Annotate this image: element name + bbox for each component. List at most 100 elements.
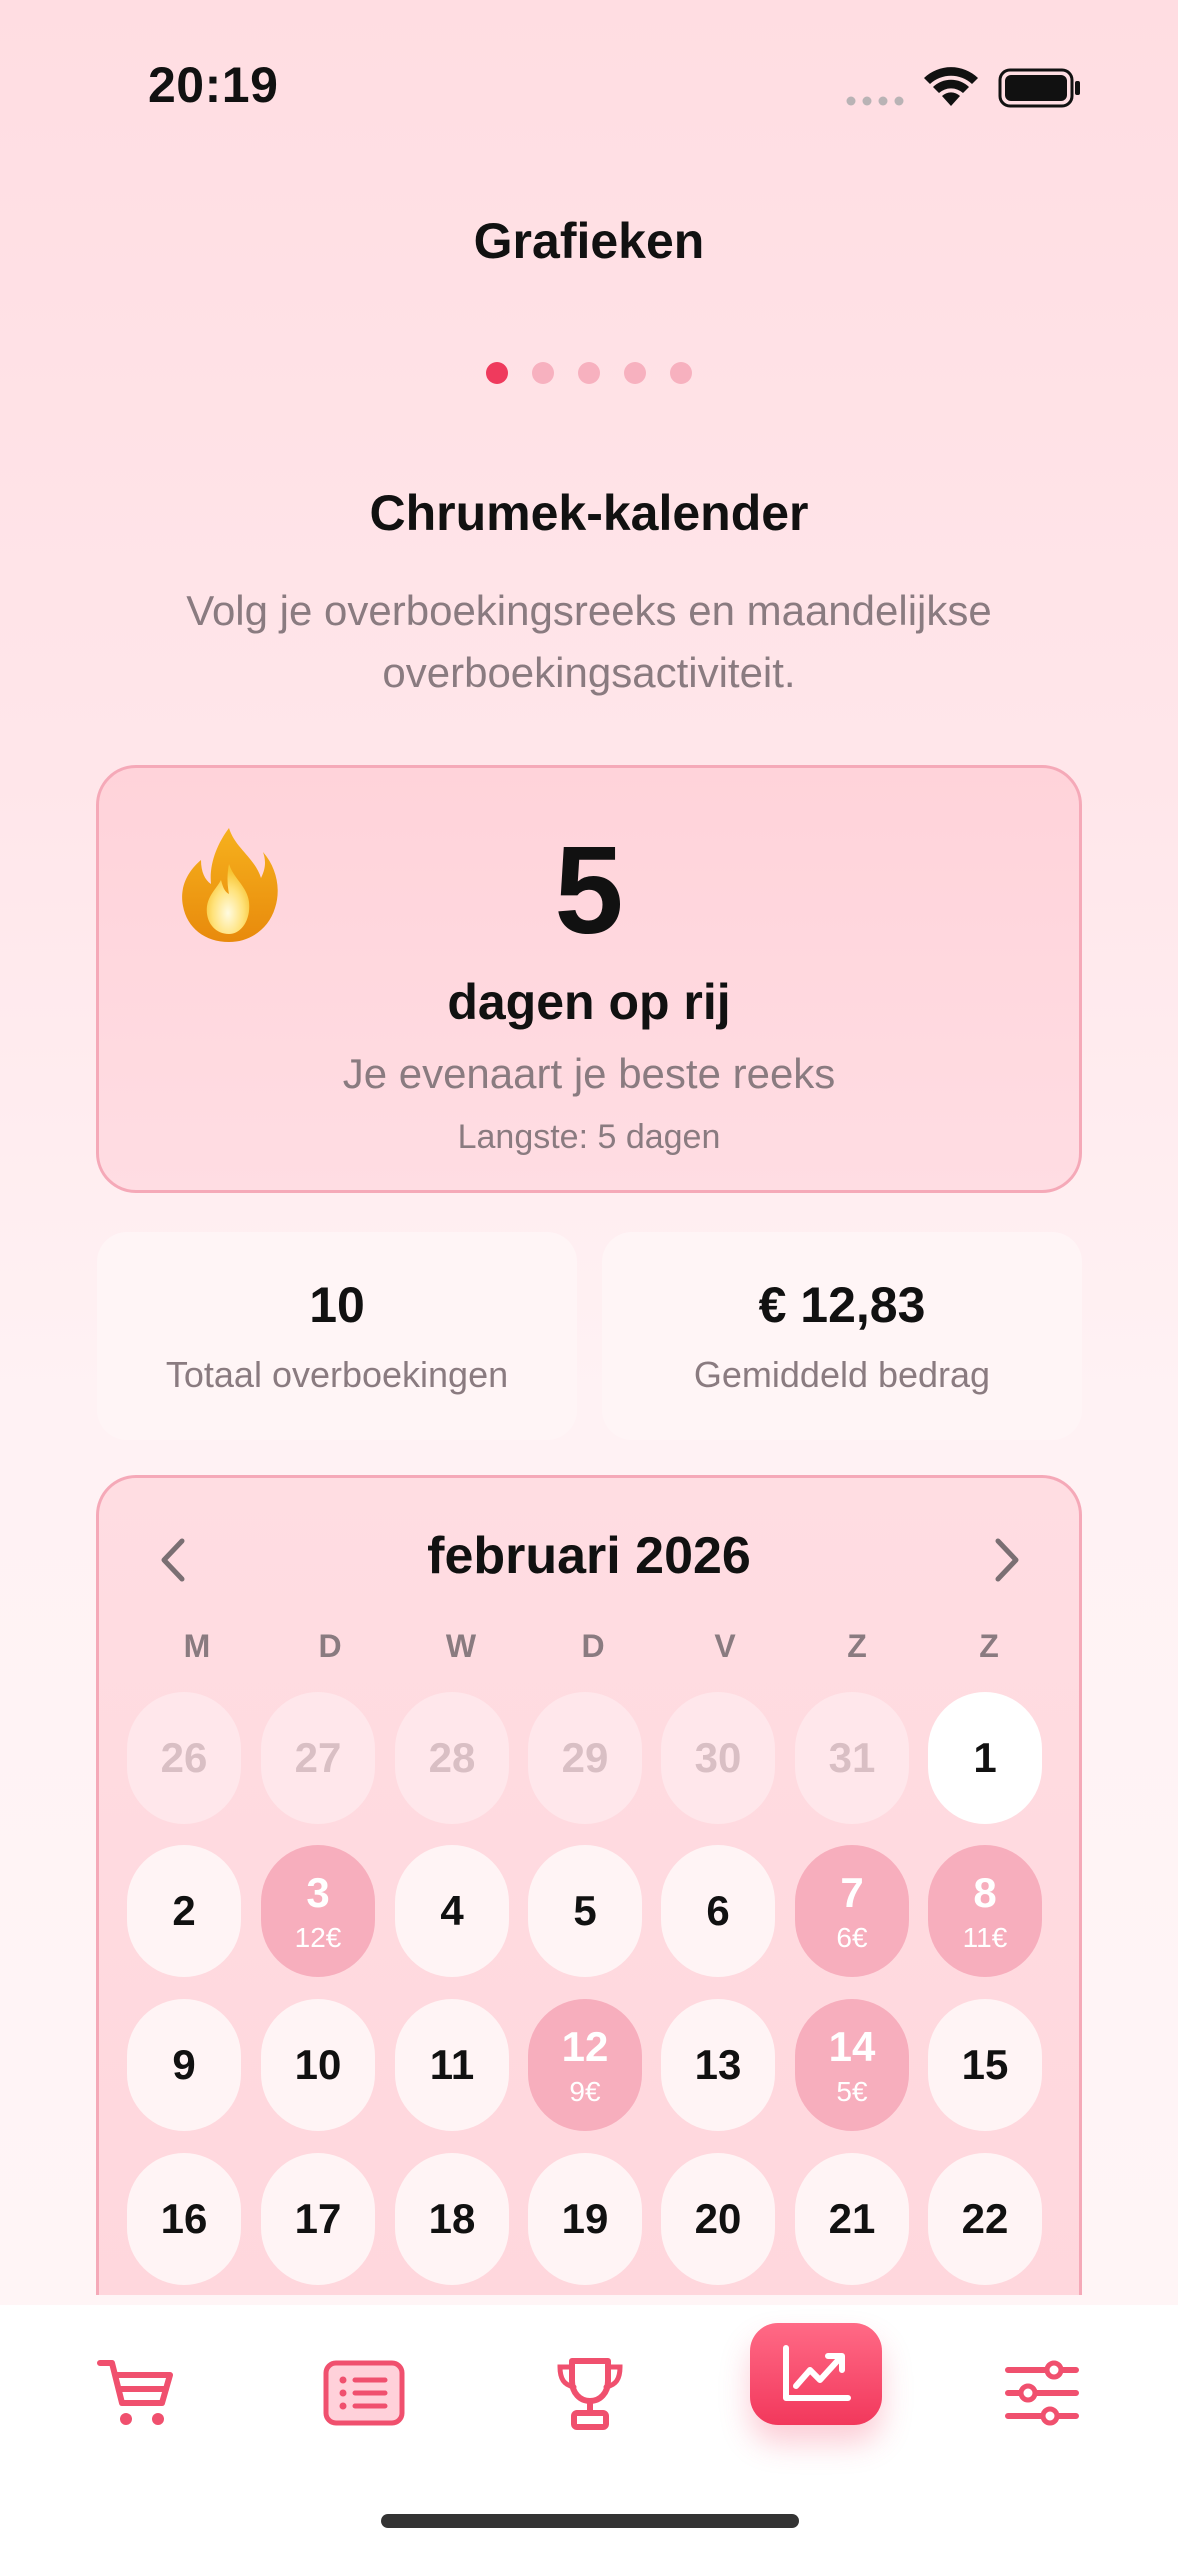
calendar-day[interactable]: 18	[395, 2153, 509, 2285]
calendar-day-number: 3	[306, 1869, 330, 1916]
tab-trophy[interactable]	[530, 2343, 650, 2443]
calendar-day[interactable]: 17	[261, 2153, 375, 2285]
sliders-icon	[1005, 2360, 1079, 2426]
calendar-weekday: V	[714, 1628, 736, 1664]
page-dot-1[interactable]	[486, 362, 508, 384]
calendar-day[interactable]: 20	[661, 2153, 775, 2285]
calendar-day[interactable]: 6	[661, 1845, 775, 1977]
calendar-day-number: 7	[840, 1869, 864, 1916]
calendar-day[interactable]: 21	[795, 2153, 909, 2285]
streak-days: 5	[554, 822, 624, 960]
home-indicator	[381, 2514, 799, 2528]
calendar-day-number: 27	[294, 1734, 342, 1781]
next-month-button[interactable]	[977, 1530, 1037, 1590]
page-dot-2[interactable]	[532, 362, 554, 384]
calendar-day-number: 15	[961, 2041, 1009, 2088]
page-dot-5[interactable]	[670, 362, 692, 384]
calendar-day[interactable]: 19	[528, 2153, 642, 2285]
calendar-day-amount: 12€	[294, 1922, 342, 1953]
calendar-weekday: Z	[979, 1628, 999, 1664]
calendar-weekday: W	[445, 1628, 477, 1664]
battery-icon	[998, 68, 1080, 108]
calendar-day-number: 28	[428, 1734, 476, 1781]
section-subtitle: Volg je overboekingsreeks en maandelijks…	[186, 587, 992, 696]
page-dot-3[interactable]	[578, 362, 600, 384]
calendar-day-amount: 5€	[836, 2076, 868, 2107]
calendar-day[interactable]: 9	[127, 1999, 241, 2131]
calendar-day-number: 22	[961, 2195, 1009, 2242]
total-transfers-label: Totaal overboekingen	[165, 1354, 509, 1395]
calendar-day[interactable]: 31	[795, 1692, 909, 1824]
calendar-day[interactable]: 5	[528, 1845, 642, 1977]
calendar-day[interactable]: 29	[528, 1692, 642, 1824]
calendar-day-number: 29	[561, 1734, 609, 1781]
streak-card: 5 dagen op rij Je evenaart je beste reek…	[96, 765, 1082, 1193]
calendar-day-number: 21	[828, 2195, 876, 2242]
calendar-day-amount: 6€	[836, 1922, 868, 1953]
calendar-day-number: 20	[694, 2195, 742, 2242]
calendar-card: februari 2026 MDWDVZZ 26 27 28 29 30 31 1 2 3 12€…	[96, 1475, 1082, 2295]
tab-cart[interactable]	[76, 2343, 196, 2443]
calendar-day[interactable]: 28	[395, 1692, 509, 1824]
trophy-icon	[557, 2358, 623, 2430]
list-icon	[323, 2360, 405, 2426]
wifi-icon	[924, 67, 978, 106]
calendar-weekday: M	[183, 1628, 211, 1664]
calendar-day[interactable]: 14 5€	[795, 1999, 909, 2131]
calendar-day-number: 12	[561, 2023, 609, 2070]
calendar-day[interactable]: 8 11€	[928, 1845, 1042, 1977]
calendar-day[interactable]: 1	[928, 1692, 1042, 1824]
cellular-signal-icon	[846, 96, 904, 106]
calendar-day[interactable]: 30	[661, 1692, 775, 1824]
calendar-day[interactable]: 16	[127, 2153, 241, 2285]
page-dot-4[interactable]	[624, 362, 646, 384]
calendar-day-number: 18	[428, 2195, 476, 2242]
calendar-day-number: 17	[294, 2195, 342, 2242]
page-title: Grafieken	[473, 213, 705, 269]
calendar-day-number: 6	[706, 1887, 730, 1934]
calendar-day[interactable]: 7 6€	[795, 1845, 909, 1977]
calendar-day-number: 8	[973, 1869, 997, 1916]
calendar-day-number: 26	[160, 1734, 208, 1781]
calendar-weekday: D	[581, 1628, 605, 1664]
calendar-day-number: 1	[973, 1734, 997, 1781]
calendar-day[interactable]: 2	[127, 1845, 241, 1977]
chart-icon	[783, 2345, 851, 2401]
calendar-day[interactable]: 12 9€	[528, 1999, 642, 2131]
calendar-day[interactable]: 22	[928, 2153, 1042, 2285]
calendar-day[interactable]: 4	[395, 1845, 509, 1977]
status-time: 20:19	[148, 57, 279, 113]
streak-message: Je evenaart je beste reeks	[342, 1050, 836, 1097]
calendar-day-number: 10	[294, 2041, 342, 2088]
chevron-right-icon	[995, 1538, 1019, 1582]
streak-longest: Langste: 5 dagen	[457, 1118, 721, 1156]
average-amount-value: € 12,83	[758, 1277, 926, 1333]
total-transfers-card: 10 Totaal overboekingen	[97, 1232, 577, 1440]
calendar-day-number: 11	[429, 2041, 475, 2088]
calendar-weekday: D	[318, 1628, 342, 1664]
calendar-day-amount: 9€	[569, 2076, 601, 2107]
section-title: Chrumek-kalender	[369, 485, 809, 541]
calendar-day-number: 16	[160, 2195, 208, 2242]
calendar-day-number: 9	[172, 2041, 196, 2088]
page-indicator[interactable]	[0, 362, 1178, 386]
calendar-weekday: Z	[847, 1628, 867, 1664]
calendar-day-number: 4	[440, 1887, 464, 1934]
calendar-day[interactable]: 3 12€	[261, 1845, 375, 1977]
calendar-day[interactable]: 11	[395, 1999, 509, 2131]
cart-icon	[97, 2360, 173, 2425]
calendar-day[interactable]: 27	[261, 1692, 375, 1824]
calendar-day[interactable]: 15	[928, 1999, 1042, 2131]
tab-list[interactable]	[304, 2343, 424, 2443]
calendar-day-number: 19	[561, 2195, 609, 2242]
calendar-day-number: 30	[694, 1734, 742, 1781]
calendar-day-number: 14	[828, 2023, 876, 2070]
streak-label: dagen op rij	[447, 974, 731, 1030]
calendar-day[interactable]: 26	[127, 1692, 241, 1824]
average-amount-label: Gemiddeld bedrag	[693, 1354, 991, 1395]
tab-settings[interactable]	[982, 2343, 1102, 2443]
calendar-day[interactable]: 13	[661, 1999, 775, 2131]
tab-charts[interactable]	[750, 2323, 882, 2425]
calendar-day[interactable]: 10	[261, 1999, 375, 2131]
calendar-day-number: 13	[694, 2041, 742, 2088]
